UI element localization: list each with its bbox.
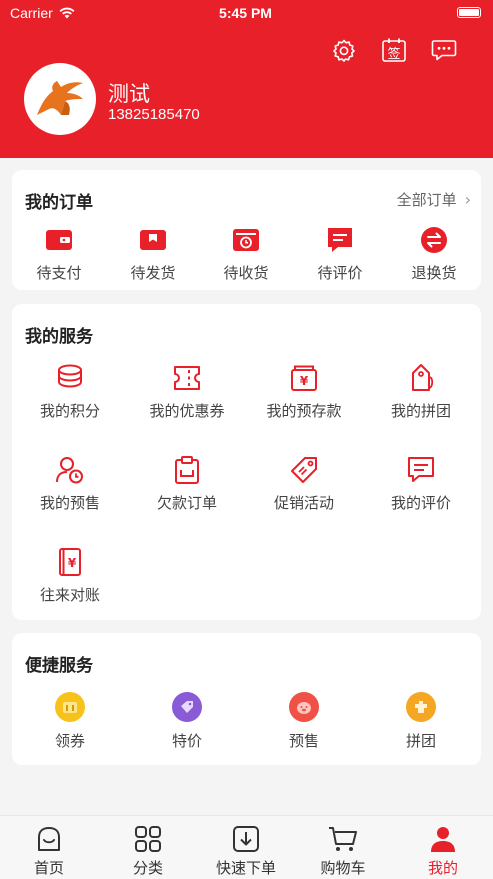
coins-icon [54,362,86,394]
service-label: 往来对账 [39,586,100,604]
delivery-box-icon [232,226,260,254]
comment-icon [326,226,354,254]
quick-coupon[interactable]: 领券 [30,692,110,751]
status-bar: Carrier 5:45 PM [10,4,481,22]
chevron-right-icon: › [464,190,471,209]
tab-label: 分类 [132,859,163,877]
quick-presale[interactable]: 预售 [264,692,344,751]
order-item-label: 退换货 [411,264,457,282]
tab-categories[interactable]: 分类 [103,824,193,878]
quick-label: 特价 [171,732,202,750]
package-icon [139,226,167,254]
user-clock-icon [54,454,86,486]
all-orders-link[interactable]: 全部订单 › [397,189,471,210]
service-points[interactable]: 我的积分 [15,362,125,421]
profile-header: Carrier 5:45 PM 签 测试 13825185470 [0,0,493,158]
ledger-icon: ¥ [54,546,86,578]
ticket-icon [171,362,203,394]
service-coupons[interactable]: 我的优惠券 [132,362,242,421]
tab-label: 快速下单 [215,859,276,877]
battery-icon [457,7,481,18]
service-label: 我的优惠券 [149,402,225,420]
service-label: 我的预售 [39,494,100,512]
user-icon [428,824,458,854]
tab-label: 我的 [427,859,458,877]
orders-title: 我的订单 [25,193,93,213]
quick-label: 拼团 [405,732,436,750]
calendar-sign-icon[interactable]: 签 [381,37,407,63]
service-reviews[interactable]: 我的评价 [366,454,476,513]
service-label: 我的拼团 [390,402,451,420]
deposit-icon: ¥ [288,362,320,394]
service-label: 促销活动 [273,494,334,512]
phone-number: 13825185470 [108,106,200,123]
quick-group-buy[interactable]: 拼团 [381,692,461,751]
wallet-icon [45,226,73,254]
service-deposit[interactable]: ¥ 我的预存款 [249,362,359,421]
orders-card: 我的订单 全部订单 › 待支付 待发货 待收货 待评价 退换货 [12,170,481,290]
order-item-label: 待发货 [130,264,176,282]
coupon-circle-icon [55,692,85,722]
all-orders-label: 全部订单 [396,191,457,209]
grid-icon [133,824,163,854]
exchange-icon [420,226,448,254]
tab-cart[interactable]: 购物车 [298,824,388,878]
gear-icon[interactable] [331,37,357,63]
clipboard-icon [171,454,203,486]
tab-home[interactable]: 首页 [4,824,94,878]
bottom-tab-bar: 首页 分类 快速下单 购物车 我的 [0,815,493,879]
service-presale[interactable]: 我的预售 [15,454,125,513]
clock: 5:45 PM [219,5,272,21]
tab-label: 首页 [33,859,64,877]
order-item-pending-receipt[interactable]: 待收货 [211,226,281,283]
service-group-buy[interactable]: 我的拼团 [366,362,476,421]
quick-services-card: 便捷服务 领券 特价 预售 拼团 [12,633,481,765]
quick-special-price[interactable]: 特价 [147,692,227,751]
service-reconciliation[interactable]: ¥ 往来对账 [15,546,125,605]
username: 测试 [108,82,150,106]
tab-mine[interactable]: 我的 [398,824,488,878]
home-icon [34,824,64,854]
wifi-icon [59,7,75,19]
presale-circle-icon [289,692,319,722]
svg-text:¥: ¥ [300,374,309,388]
promo-tag-icon [288,454,320,486]
order-item-label: 待收货 [223,264,269,282]
services-title: 我的服务 [25,327,93,347]
price-tag-icon [405,362,437,394]
message-icon[interactable] [431,37,457,63]
order-item-pending-review[interactable]: 待评价 [305,226,375,283]
horse-logo-icon [37,81,83,115]
quick-label: 预售 [288,732,319,750]
order-item-returns[interactable]: 退换货 [399,226,469,283]
download-order-icon [231,824,261,854]
cart-icon [328,824,358,854]
svg-text:¥: ¥ [68,556,77,570]
special-price-circle-icon [172,692,202,722]
quick-services-title: 便捷服务 [25,656,93,676]
order-item-pending-shipment[interactable]: 待发货 [118,226,188,283]
service-promotions[interactable]: 促销活动 [249,454,359,513]
service-label: 我的积分 [39,402,100,420]
avatar[interactable] [24,63,96,135]
order-item-label: 待评价 [317,264,363,282]
service-label: 我的评价 [390,494,451,512]
services-card: 我的服务 我的积分 我的优惠券 ¥ 我的预存款 我的拼团 我的预售 欠款订单 促… [12,304,481,620]
service-debt-orders[interactable]: 欠款订单 [132,454,242,513]
carrier-label: Carrier [10,5,53,21]
service-label: 我的预存款 [266,402,342,420]
tab-quick-order[interactable]: 快速下单 [201,824,291,878]
review-icon [405,454,437,486]
order-item-pending-payment[interactable]: 待支付 [24,226,94,283]
calendar-sign-glyph: 签 [387,46,401,62]
tab-label: 购物车 [320,859,366,877]
group-circle-icon [406,692,436,722]
quick-label: 领券 [54,732,85,750]
service-label: 欠款订单 [156,494,217,512]
order-item-label: 待支付 [36,264,82,282]
